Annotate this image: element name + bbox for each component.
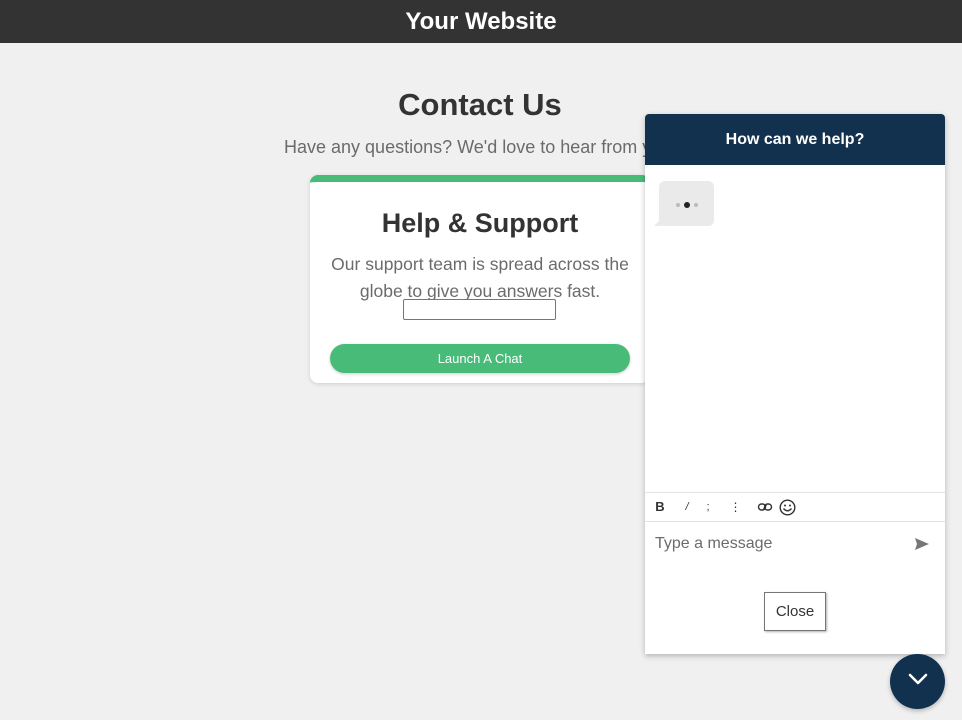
chevron-down-icon (907, 672, 929, 691)
typing-dot (684, 202, 690, 208)
underline-icon[interactable]: ; (700, 499, 716, 515)
close-button[interactable]: Close (764, 592, 826, 631)
chat-header: How can we help? (645, 114, 945, 165)
link-icon[interactable] (757, 499, 773, 515)
chat-toggle-button[interactable] (890, 654, 945, 709)
site-title: Your Website (405, 7, 557, 35)
message-input[interactable] (655, 532, 895, 556)
card-input[interactable] (403, 299, 556, 320)
italic-icon[interactable]: / (679, 499, 695, 515)
chat-widget: How can we help? B / ; ⋮ Close (645, 114, 945, 654)
send-icon[interactable] (913, 535, 931, 553)
page-subtitle: Have any questions? We'd love to hear fr… (284, 137, 652, 157)
list-icon[interactable]: ⋮ (727, 499, 743, 515)
help-support-card: Help & Support Our support team is sprea… (310, 175, 650, 383)
site-header: Your Website (0, 0, 962, 43)
emoji-icon[interactable] (779, 499, 796, 516)
formatting-toolbar: B / ; ⋮ (645, 492, 945, 522)
typing-dot (676, 203, 680, 207)
card-title: Help & Support (381, 208, 579, 238)
launch-chat-button[interactable]: Launch A Chat (330, 344, 630, 373)
typing-dot (694, 203, 698, 207)
bold-icon[interactable]: B (652, 499, 668, 515)
typing-indicator (654, 181, 714, 226)
chat-header-title: How can we help? (725, 130, 865, 148)
card-description: Our support team is spread across the gl… (331, 254, 629, 301)
